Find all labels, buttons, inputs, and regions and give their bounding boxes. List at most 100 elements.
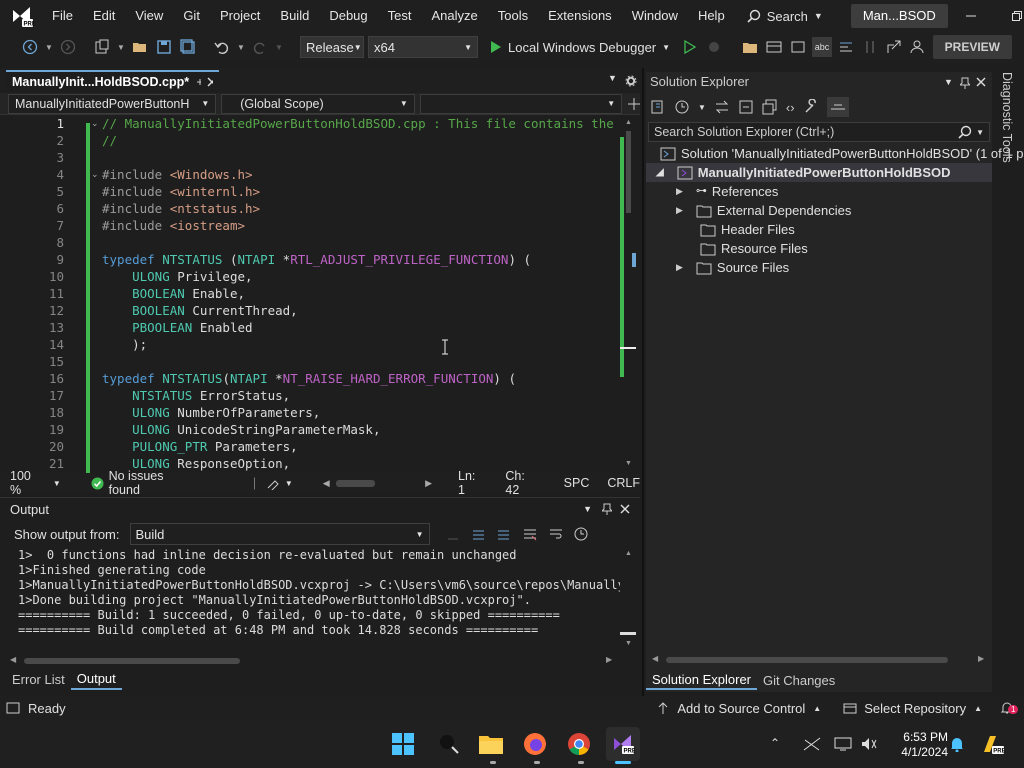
tree-project[interactable]: ◢ ManuallyInitiatedPowerButtonHoldBSOD [646,163,992,182]
tree-item-header-files[interactable]: Header Files [700,220,795,239]
switch-views-icon[interactable] [650,99,666,115]
expanded-icon[interactable]: ◢ [656,163,664,182]
tree-item-source-files[interactable]: ▶ Source Files [676,258,789,277]
sound-icon[interactable] [860,736,878,752]
layout-button[interactable] [764,37,784,57]
scroll-right-icon[interactable]: ▶ [425,478,432,489]
undo-button[interactable] [212,37,232,57]
tab-solution-explorer[interactable]: Solution Explorer [646,671,757,690]
member-select[interactable]: ▼ [419,93,623,114]
menu-tools[interactable]: Tools [488,0,538,32]
chevron-down-icon[interactable]: ▼ [285,479,293,488]
pin-icon[interactable] [195,77,202,87]
line-ending-indicator[interactable]: CRLF [607,476,640,490]
brush-icon[interactable] [266,476,280,490]
save-button[interactable] [154,37,174,57]
close-icon[interactable] [620,504,630,514]
tree-item-references[interactable]: ▶ ⊶ References [676,182,778,201]
chevron-down-icon[interactable]: ▼ [583,504,592,514]
visual-studio-taskbar-button[interactable]: PRE [606,727,640,761]
pin-icon[interactable] [960,77,970,89]
next-message-icon[interactable] [496,527,512,541]
project-scope-select[interactable]: ManuallyInitiatedPowerButtonH ▼ [8,93,217,114]
spell-check-button[interactable]: abc [812,37,833,57]
solution-explorer-button[interactable] [740,37,760,57]
solution-search-input[interactable]: Search Solution Explorer (Ctrl+;) ▼ [648,122,990,142]
collapsed-icon[interactable]: ▶ [676,182,683,201]
menu-extensions[interactable]: Extensions [538,0,622,32]
show-all-files-icon[interactable] [762,99,778,115]
tree-solution[interactable]: Solution 'ManuallyInitiatedPowerButtonHo… [660,144,1023,163]
clear-all-icon[interactable] [522,527,538,541]
minimize-button[interactable] [948,0,994,32]
issues-status[interactable]: No issues found [109,469,197,497]
clock-icon[interactable] [574,527,588,541]
search-button[interactable]: Search ▼ [735,9,835,24]
start-without-debugging-button[interactable] [680,37,700,57]
tab-editor-file[interactable]: ManuallyInit...HoldBSOD.cpp* [6,70,219,92]
collapsed-icon[interactable]: ▶ [676,201,683,220]
tab-git-changes[interactable]: Git Changes [757,672,841,689]
solution-horizontal-scrollbar[interactable]: ◀ ▶ [652,654,988,666]
chevron-down-icon[interactable]: ▼ [53,479,61,488]
sync-icon[interactable] [714,99,730,115]
editor-horizontal-scrollbar[interactable] [335,479,376,487]
menu-test[interactable]: Test [378,0,422,32]
align-button[interactable] [836,37,856,57]
chevron-up-icon[interactable]: ▲ [813,704,821,713]
preview-selected-button[interactable] [826,97,849,117]
start-button[interactable] [386,727,420,761]
find-message-icon[interactable] [446,527,460,541]
pin-icon[interactable] [602,503,612,515]
menu-file[interactable]: File [42,0,83,32]
output-vertical-scrollbar[interactable]: ▲ ▼ [620,548,636,652]
chevron-down-icon[interactable]: ▼ [944,77,953,87]
new-dropdown-icon[interactable]: ▼ [116,37,126,57]
diagnostic-tools-side-tab[interactable]: Diagnostic Tools [998,72,1018,163]
tree-item-external-dependencies[interactable]: ▶ External Dependencies [676,201,851,220]
undo-dropdown-icon[interactable]: ▼ [236,37,246,57]
new-project-button[interactable] [92,37,112,57]
menu-debug[interactable]: Debug [319,0,377,32]
output-text[interactable]: 1> 0 functions had inline decision re-ev… [0,548,620,648]
menu-view[interactable]: View [125,0,173,32]
word-wrap-icon[interactable] [548,527,564,541]
menu-build[interactable]: Build [270,0,319,32]
menu-analyze[interactable]: Analyze [421,0,487,32]
notifications-button[interactable]: 1 [1000,701,1019,715]
previous-message-icon[interactable] [470,527,486,541]
tab-list-dropdown-icon[interactable]: ▼ [608,73,617,83]
gear-icon[interactable] [625,75,637,87]
redo-button[interactable] [250,37,270,57]
hot-reload-button[interactable] [704,37,724,57]
back-button[interactable] [20,37,40,57]
code-view-icon[interactable]: ‹› [786,100,795,115]
collapsed-icon[interactable]: ▶ [676,258,683,277]
collapse-all-icon[interactable] [738,99,754,115]
configuration-select[interactable]: Release ▼ [300,36,364,58]
forward-button[interactable] [58,37,78,57]
show-hidden-icons-button[interactable]: ⌃ [770,736,780,750]
menu-window[interactable]: Window [622,0,688,32]
copilot-icon[interactable]: PRE [980,732,1004,756]
scroll-left-icon[interactable]: ◀ [323,478,330,489]
output-horizontal-scrollbar[interactable]: ◀ ▶ [10,655,616,667]
chrome-taskbar-button[interactable] [562,727,596,761]
clock-button[interactable]: 6:53 PM 4/1/2024 [888,730,948,760]
taskbar-search-button[interactable] [432,727,466,761]
column-indicator[interactable]: Ch: 42 [505,469,541,497]
chevron-down-icon[interactable]: ▼ [698,103,706,112]
platform-select[interactable]: x64 ▼ [368,36,478,58]
menu-git[interactable]: Git [173,0,210,32]
solution-name-badge[interactable]: Man...BSOD [850,4,948,28]
split-editor-icon[interactable] [628,97,640,110]
back-dropdown-icon[interactable]: ▼ [44,37,54,57]
global-scope-select[interactable]: (Global Scope) ▼ [221,93,415,114]
live-share-button[interactable] [908,37,928,57]
display-icon[interactable] [834,736,852,752]
preview-button[interactable]: PREVIEW [932,35,1012,59]
history-icon[interactable] [674,99,690,115]
tab-error-list[interactable]: Error List [0,672,71,687]
menu-edit[interactable]: Edit [83,0,125,32]
select-repository-button[interactable]: Select Repository [864,701,966,716]
